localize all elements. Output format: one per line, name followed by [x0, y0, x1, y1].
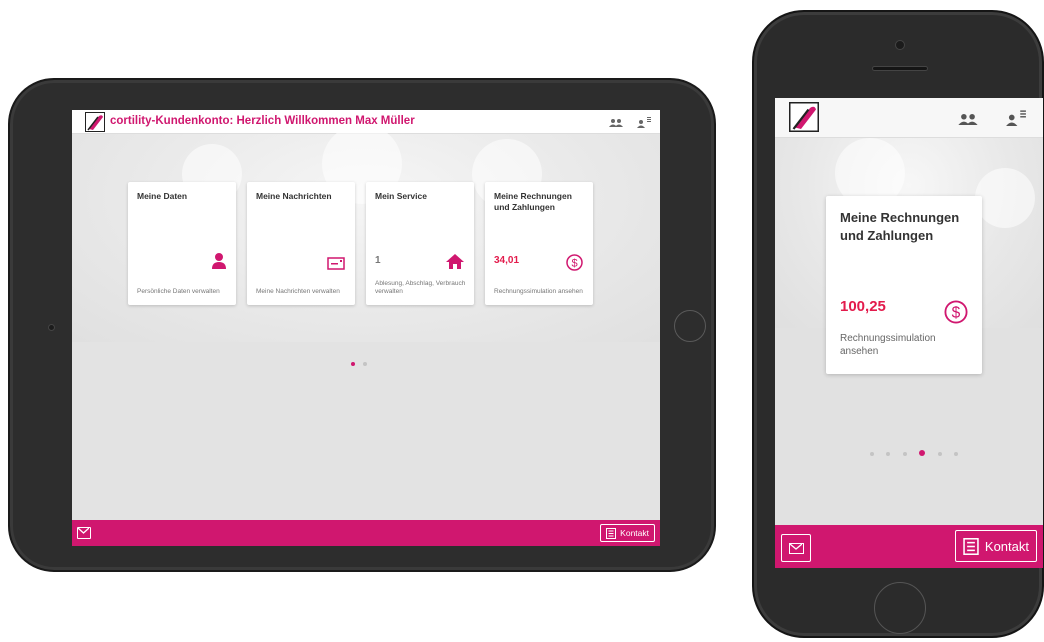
card-value: 1 — [375, 255, 381, 266]
card-meine-nachrichten[interactable]: Meine Nachrichten Meine Nachrichten verw… — [247, 182, 355, 305]
phone-header — [775, 98, 1043, 138]
users-icon[interactable] — [958, 114, 978, 125]
bokeh-decoration — [975, 168, 1035, 228]
user-menu-icon[interactable] — [637, 116, 651, 128]
svg-text:$: $ — [571, 258, 577, 270]
phone-speaker — [872, 66, 928, 71]
mail-icon — [789, 543, 804, 554]
envelope-flap-icon — [790, 544, 802, 550]
cortility-logo-icon[interactable] — [789, 102, 819, 132]
mail-button[interactable] — [781, 534, 811, 562]
phone-book-icon — [606, 527, 617, 539]
pagination-dot[interactable] — [870, 452, 874, 456]
card-title: Meine Nachrichten — [256, 191, 332, 201]
pagination-dots — [351, 353, 371, 371]
pagination-dot[interactable] — [919, 450, 926, 456]
card-description: Meine Nachrichten verwalten — [256, 288, 340, 295]
card-value: 100,25 — [840, 298, 886, 315]
card-title: Meine Daten — [137, 191, 188, 201]
cortility-logo-icon[interactable] — [85, 112, 105, 132]
card-description: Rechnungssimulation ansehen — [840, 333, 936, 357]
message-icon — [327, 257, 345, 270]
users-icon[interactable] — [609, 119, 623, 127]
pagination-dot[interactable] — [363, 362, 368, 366]
tablet-footer: Kontakt — [72, 520, 660, 546]
card-value: 34,01 — [494, 255, 520, 266]
pagination-dot[interactable] — [351, 362, 355, 366]
dollar-icon: $ — [944, 300, 968, 324]
tablet-camera — [48, 324, 55, 331]
card-description: Persönliche Daten verwalten — [137, 288, 220, 295]
contact-label: Kontakt — [620, 528, 649, 538]
card-title: Meine Rechnungen und Zahlungen — [494, 191, 572, 212]
phone-camera — [895, 40, 905, 50]
card-meine-rechnungen[interactable]: Meine Rechnungen und Zahlungen 34,01 $ R… — [485, 182, 593, 305]
card-title: Mein Service — [375, 191, 427, 201]
phone-book-icon — [963, 537, 979, 555]
card-meine-daten[interactable]: Meine Daten Persönliche Daten verwalten — [128, 182, 236, 305]
tablet-frame: cortility-Kundenkonto: Herzlich Willkomm… — [8, 78, 716, 572]
dollar-icon: $ — [566, 254, 583, 271]
card-title: Meine Rechnungen und Zahlungen — [840, 210, 960, 243]
pagination-dot[interactable] — [954, 452, 959, 456]
card-description: Ablesung, Abschlag, Verbrauch verwalten — [375, 280, 466, 295]
contact-button[interactable]: Kontakt — [954, 530, 1037, 562]
mail-icon[interactable] — [77, 527, 91, 539]
card-description: Rechnungssimulation ansehen — [494, 288, 583, 295]
house-icon — [446, 254, 464, 269]
card-meine-rechnungen[interactable]: Meine Rechnungen und Zahlungen 100,25 $ … — [826, 196, 982, 374]
phone-home-button[interactable] — [874, 582, 926, 634]
phone-footer: Kontakt — [775, 525, 1043, 568]
person-icon — [212, 253, 226, 269]
contact-label: Kontakt — [984, 538, 1029, 554]
envelope-flap-icon — [78, 528, 89, 534]
contact-button[interactable]: Kontakt — [600, 524, 655, 542]
svg-text:$: $ — [952, 305, 961, 322]
phone-screen: Meine Rechnungen und Zahlungen 100,25 $ … — [775, 98, 1043, 568]
pagination-dot[interactable] — [886, 452, 891, 456]
stage: cortility-Kundenkonto: Herzlich Willkomm… — [0, 0, 1044, 642]
tablet-screen: cortility-Kundenkonto: Herzlich Willkomm… — [72, 110, 660, 546]
card-mein-service[interactable]: Mein Service 1 Ablesung, Abschlag, Verbr… — [366, 182, 474, 305]
pagination-dot[interactable] — [902, 452, 907, 456]
tablet-home-button[interactable] — [674, 310, 706, 342]
phone-frame: Meine Rechnungen und Zahlungen 100,25 $ … — [752, 10, 1044, 638]
pagination-dots — [870, 443, 962, 461]
pagination-dot[interactable] — [937, 452, 942, 456]
user-menu-icon[interactable] — [1006, 109, 1026, 126]
